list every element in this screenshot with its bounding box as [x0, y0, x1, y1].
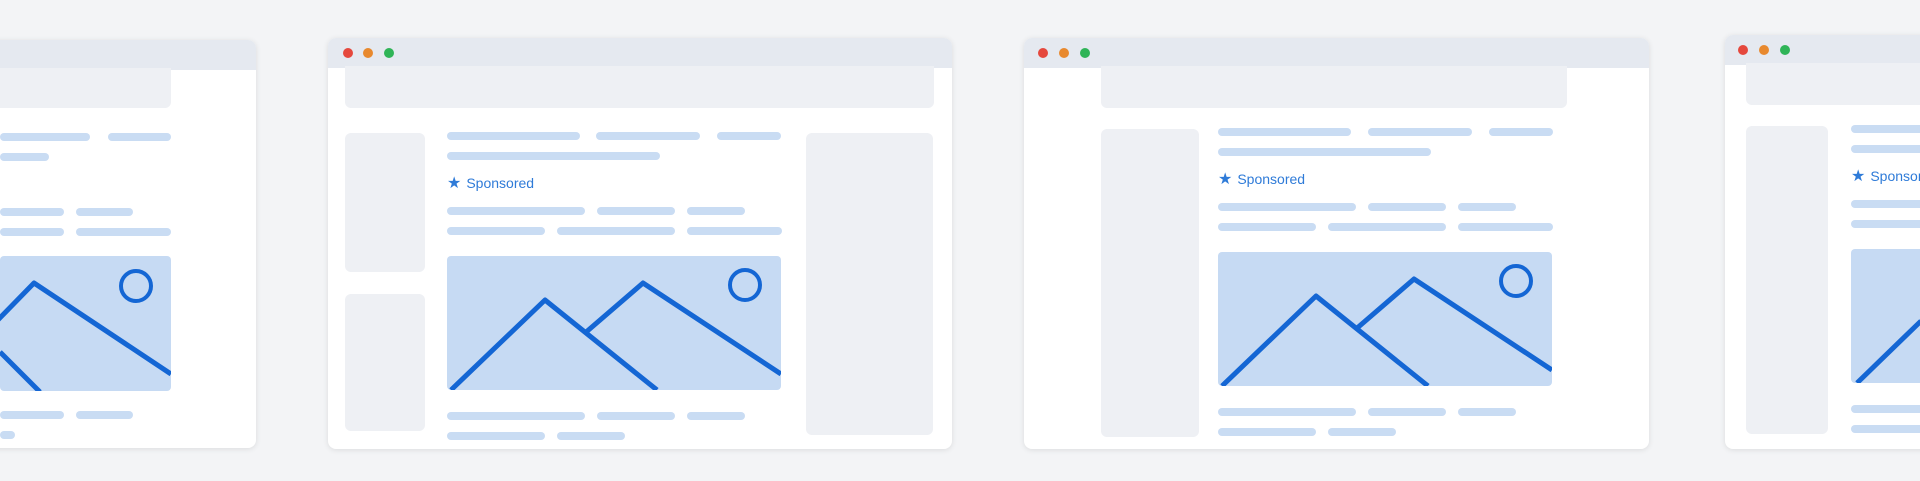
text-placeholder: [1368, 408, 1446, 416]
maximize-dot-icon: [1780, 45, 1790, 55]
text-placeholder: [557, 432, 625, 440]
mountain-image-icon: [0, 269, 171, 391]
text-placeholder: [0, 411, 64, 419]
text-placeholder: [1368, 128, 1472, 136]
text-placeholder: [1851, 145, 1920, 153]
sponsored-text: Sponsored: [1870, 168, 1920, 184]
image-placeholder: [1218, 252, 1552, 386]
sidebar-placeholder: [345, 133, 425, 272]
text-placeholder: [1218, 148, 1431, 156]
image-placeholder: [0, 256, 171, 391]
sidebar-placeholder: [345, 294, 425, 431]
sponsored-label: ★Sponsored: [1851, 168, 1920, 185]
text-placeholder: [557, 227, 675, 235]
text-placeholder: [1218, 408, 1356, 416]
text-placeholder: [0, 431, 15, 439]
text-placeholder: [687, 227, 782, 235]
text-placeholder: [1328, 223, 1446, 231]
text-placeholder: [596, 132, 700, 140]
mountain-image-icon: [1855, 319, 1920, 383]
text-placeholder: [1218, 128, 1351, 136]
text-placeholder: [0, 228, 64, 236]
text-placeholder: [1328, 428, 1396, 436]
window-titlebar: [1024, 38, 1649, 68]
text-placeholder: [1368, 203, 1446, 211]
close-dot-icon: [1738, 45, 1748, 55]
sponsored-label: ★Sponsored: [447, 175, 534, 192]
sidebar-placeholder: [1101, 129, 1199, 437]
text-placeholder: [0, 133, 90, 141]
image-placeholder: [1851, 249, 1920, 383]
browser-window-3: ★ Sponsored: [1024, 38, 1649, 449]
text-placeholder: [1851, 425, 1920, 433]
mountain-image-icon: [1220, 264, 1552, 386]
text-placeholder: [1218, 223, 1316, 231]
sponsored-text: Sponsored: [1237, 171, 1306, 187]
text-placeholder: [1458, 223, 1553, 231]
text-placeholder: [0, 153, 49, 161]
text-placeholder: [0, 208, 64, 216]
header-placeholder: [1746, 63, 1920, 105]
sidebar-placeholder: [1746, 126, 1828, 434]
close-dot-icon: [343, 48, 353, 58]
text-placeholder: [447, 432, 545, 440]
sponsored-text: Sponsored: [466, 175, 535, 191]
text-placeholder: [1218, 203, 1356, 211]
text-placeholder: [687, 207, 745, 215]
text-placeholder: [597, 412, 675, 420]
page: { "sponsored": {"label": "Sponsored", "i…: [0, 0, 1920, 481]
mountain-image-icon: [449, 268, 781, 390]
header-placeholder: [1101, 66, 1567, 108]
text-placeholder: [1851, 200, 1920, 208]
text-placeholder: [1458, 408, 1516, 416]
close-dot-icon: [1038, 48, 1048, 58]
browser-window-1: [0, 40, 256, 448]
text-placeholder: [1851, 220, 1920, 228]
star-icon: ★: [1218, 171, 1233, 188]
window-titlebar: [0, 40, 256, 70]
minimize-dot-icon: [1059, 48, 1069, 58]
text-placeholder: [1458, 203, 1516, 211]
browser-window-4: ★Sponsored: [1725, 35, 1920, 449]
text-placeholder: [447, 227, 545, 235]
window-titlebar: [1725, 35, 1920, 65]
maximize-dot-icon: [384, 48, 394, 58]
text-placeholder: [1851, 125, 1920, 133]
window-titlebar: [328, 38, 952, 68]
minimize-dot-icon: [363, 48, 373, 58]
text-placeholder: [76, 411, 133, 419]
text-placeholder: [597, 207, 675, 215]
text-placeholder: [447, 207, 585, 215]
maximize-dot-icon: [1080, 48, 1090, 58]
text-placeholder: [447, 152, 660, 160]
text-placeholder: [447, 412, 585, 420]
text-placeholder: [76, 208, 133, 216]
text-placeholder: [447, 132, 580, 140]
star-icon: ★: [1851, 168, 1866, 185]
header-placeholder: [345, 66, 934, 108]
header-placeholder: [0, 68, 171, 108]
text-placeholder: [1851, 405, 1920, 413]
text-placeholder: [108, 133, 171, 141]
text-placeholder: [687, 412, 745, 420]
sponsored-label: ★Sponsored: [1218, 171, 1305, 188]
browser-window-2: ★ Sponsored: [328, 38, 952, 449]
text-placeholder: [1218, 428, 1316, 436]
minimize-dot-icon: [1759, 45, 1769, 55]
text-placeholder: [76, 228, 171, 236]
text-placeholder: [717, 132, 781, 140]
star-icon: ★: [447, 175, 462, 192]
right-rail-placeholder: [806, 133, 933, 435]
image-placeholder: [447, 256, 781, 390]
text-placeholder: [1489, 128, 1553, 136]
